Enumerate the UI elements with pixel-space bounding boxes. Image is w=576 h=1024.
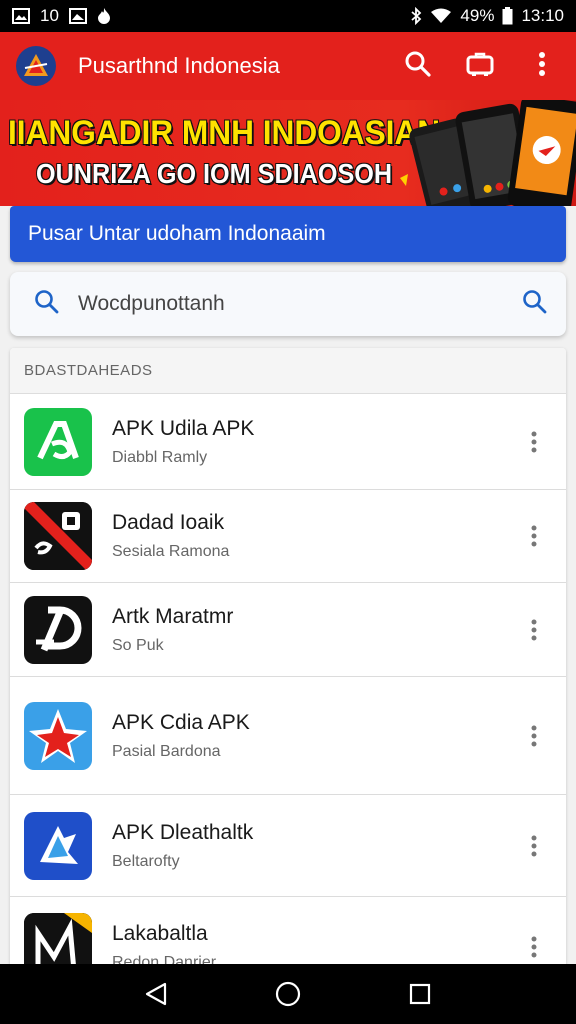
back-triangle-icon bbox=[145, 982, 167, 1006]
status-left: 10 bbox=[12, 6, 111, 26]
recents-square-icon bbox=[409, 983, 431, 1005]
app-subtitle: Sesiala Ramona bbox=[112, 543, 230, 560]
list-item[interactable]: APK Dleathaltk Beltarofty bbox=[10, 795, 566, 897]
fire-icon bbox=[97, 7, 111, 25]
battery-percent: 49% bbox=[460, 6, 495, 25]
list-item[interactable]: Dadad Ioaik Sesiala Ramona bbox=[10, 490, 566, 583]
list-item-text: Artk Maratmr So Puk bbox=[112, 605, 514, 655]
status-right: 49% 13:10 bbox=[410, 6, 564, 26]
overflow-menu-button[interactable] bbox=[524, 48, 560, 84]
section-header: BDASTDAHEADS bbox=[10, 348, 566, 394]
list-item-text: APK Dleathaltk Beltarofty bbox=[112, 821, 514, 871]
search-icon bbox=[34, 289, 60, 320]
app-subtitle: So Puk bbox=[112, 636, 164, 654]
app-name: Dadad Ioaik bbox=[112, 511, 225, 534]
app-name: APK Udila APK bbox=[112, 417, 255, 440]
item-more-button[interactable] bbox=[514, 927, 554, 967]
list-item-text: Dadad Ioaik Sesiala Ramona bbox=[112, 511, 514, 561]
header-card-text: Pusar Untar udoham Indonaaim bbox=[28, 222, 326, 245]
more-vert-icon bbox=[531, 431, 537, 453]
gallery-icon bbox=[12, 8, 30, 24]
blue-origami-icon bbox=[24, 811, 92, 880]
list-item-text: APK Cdia APK Pasial Bardona bbox=[112, 711, 514, 761]
more-vert-icon bbox=[531, 725, 537, 746]
more-vert-icon bbox=[531, 936, 537, 957]
banner-headline: IIANGADIR MNH INDOASIAN bbox=[8, 114, 441, 152]
system-nav-bar bbox=[0, 964, 576, 1024]
image-icon bbox=[68, 8, 87, 24]
app-subtitle: Diabbl Ramly bbox=[112, 449, 208, 466]
search-input[interactable] bbox=[60, 292, 522, 316]
item-more-button[interactable] bbox=[514, 826, 554, 866]
app-bar: Pusarthnd Indonesia bbox=[0, 32, 576, 100]
back-button[interactable] bbox=[134, 972, 178, 1016]
banner-subheadline: OUNRIZA GO IOM SDIAOSOH bbox=[36, 158, 393, 189]
status-time: 13:10 bbox=[521, 6, 564, 25]
search-box[interactable] bbox=[10, 272, 566, 336]
search-submit-icon[interactable] bbox=[522, 289, 548, 320]
list-item[interactable]: APK Cdia APK Pasial Bardona bbox=[10, 677, 566, 795]
recents-button[interactable] bbox=[398, 972, 442, 1016]
app-list: BDASTDAHEADS APK Udila APK Diabbl Ramly … bbox=[10, 348, 566, 1024]
more-vert-icon bbox=[538, 51, 546, 82]
app-name: Lakabaltla bbox=[112, 921, 208, 945]
black-d-icon bbox=[24, 595, 92, 664]
app-subtitle: Beltarofty bbox=[112, 852, 180, 870]
more-vert-icon bbox=[531, 525, 537, 547]
phones-illustration-icon bbox=[400, 100, 576, 206]
red-star-icon bbox=[24, 701, 92, 770]
store-button[interactable] bbox=[462, 48, 498, 84]
app-subtitle: Pasial Bardona bbox=[112, 742, 221, 760]
search-button[interactable] bbox=[400, 48, 436, 84]
app-name: APK Cdia APK bbox=[112, 710, 250, 734]
search-icon bbox=[404, 50, 432, 83]
red-slash-icon bbox=[24, 502, 92, 570]
home-circle-icon bbox=[275, 981, 301, 1007]
header-card[interactable]: Pusar Untar udoham Indonaaim bbox=[10, 206, 566, 262]
app-logo-icon[interactable] bbox=[16, 46, 56, 86]
screen: 10 49% 13:10 Pusarthnd Indonesia IIANGAD… bbox=[0, 0, 576, 1024]
more-vert-icon bbox=[531, 619, 537, 640]
app-name: Artk Maratmr bbox=[112, 604, 234, 628]
app-name: APK Dleathaltk bbox=[112, 820, 254, 844]
bluetooth-icon bbox=[410, 7, 422, 25]
item-more-button[interactable] bbox=[514, 422, 554, 462]
briefcase-icon bbox=[466, 51, 494, 82]
status-time-left: 10 bbox=[40, 6, 59, 25]
list-item[interactable]: APK Udila APK Diabbl Ramly bbox=[10, 395, 566, 490]
app-actions bbox=[400, 48, 560, 84]
status-bar: 10 49% 13:10 bbox=[0, 0, 576, 32]
item-more-button[interactable] bbox=[514, 610, 554, 650]
wifi-icon bbox=[430, 8, 452, 24]
home-button[interactable] bbox=[266, 972, 310, 1016]
green-apk-icon bbox=[24, 408, 92, 476]
more-vert-icon bbox=[531, 835, 537, 856]
item-more-button[interactable] bbox=[514, 716, 554, 756]
list-item[interactable]: Artk Maratmr So Puk bbox=[10, 583, 566, 677]
battery-icon bbox=[502, 7, 513, 25]
item-more-button[interactable] bbox=[514, 516, 554, 556]
app-title: Pusarthnd Indonesia bbox=[78, 53, 280, 78]
list-item-text: APK Udila APK Diabbl Ramly bbox=[112, 417, 514, 467]
promo-banner[interactable]: IIANGADIR MNH INDOASIAN OUNRIZA GO IOM S… bbox=[0, 100, 576, 206]
